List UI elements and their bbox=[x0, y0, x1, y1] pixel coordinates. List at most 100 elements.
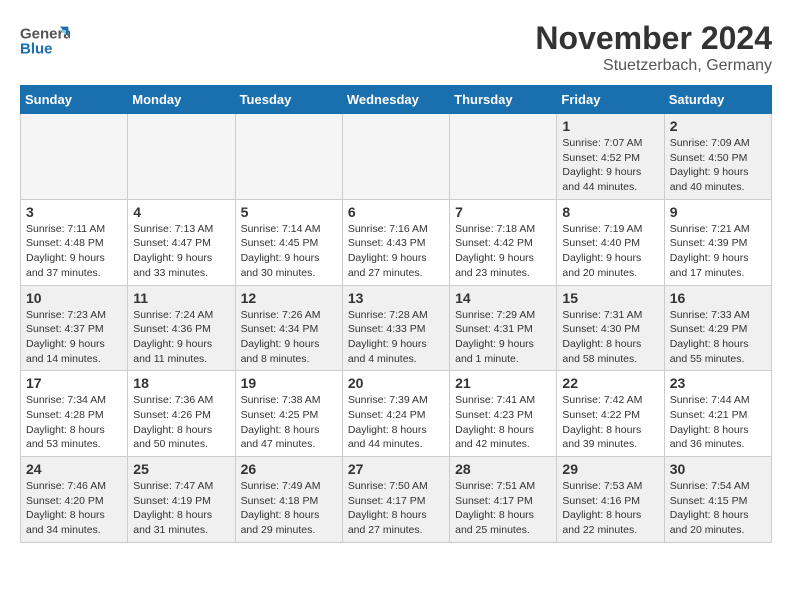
weekday-header-row: SundayMondayTuesdayWednesdayThursdayFrid… bbox=[21, 86, 772, 114]
logo-icon: General Blue bbox=[20, 20, 70, 60]
day-info: Sunrise: 7:24 AM Sunset: 4:36 PM Dayligh… bbox=[133, 308, 229, 367]
day-number: 23 bbox=[670, 375, 766, 391]
day-info: Sunrise: 7:49 AM Sunset: 4:18 PM Dayligh… bbox=[241, 479, 337, 538]
day-number: 4 bbox=[133, 204, 229, 220]
day-info: Sunrise: 7:14 AM Sunset: 4:45 PM Dayligh… bbox=[241, 222, 337, 281]
calendar-week-row: 10 Sunrise: 7:23 AM Sunset: 4:37 PM Dayli… bbox=[21, 285, 772, 371]
calendar-day-cell: 23 Sunrise: 7:44 AM Sunset: 4:21 PM Dayli… bbox=[664, 371, 771, 457]
day-info: Sunrise: 7:46 AM Sunset: 4:20 PM Dayligh… bbox=[26, 479, 122, 538]
day-info: Sunrise: 7:38 AM Sunset: 4:25 PM Dayligh… bbox=[241, 393, 337, 452]
calendar-day-cell: 13Sunrise: 7:28 AM Sunset: 4:33 PM Dayli… bbox=[342, 285, 449, 371]
day-number: 25 bbox=[133, 461, 229, 477]
weekday-header-thursday: Thursday bbox=[450, 86, 557, 114]
calendar-day-cell: 12Sunrise: 7:26 AM Sunset: 4:34 PM Dayli… bbox=[235, 285, 342, 371]
day-info: Sunrise: 7:31 AM Sunset: 4:30 PM Dayligh… bbox=[562, 308, 658, 367]
day-number: 9 bbox=[670, 204, 766, 220]
calendar-day-cell: 11 Sunrise: 7:24 AM Sunset: 4:36 PM Dayli… bbox=[128, 285, 235, 371]
calendar-day-cell: 15 Sunrise: 7:31 AM Sunset: 4:30 PM Dayli… bbox=[557, 285, 664, 371]
day-number: 6 bbox=[348, 204, 444, 220]
day-number: 7 bbox=[455, 204, 551, 220]
calendar-day-cell: 4 Sunrise: 7:13 AM Sunset: 4:47 PM Daylig… bbox=[128, 199, 235, 285]
day-number: 5 bbox=[241, 204, 337, 220]
day-info: Sunrise: 7:39 AM Sunset: 4:24 PM Dayligh… bbox=[348, 393, 444, 452]
day-info: Sunrise: 7:44 AM Sunset: 4:21 PM Dayligh… bbox=[670, 393, 766, 452]
calendar-day-cell: 10 Sunrise: 7:23 AM Sunset: 4:37 PM Dayli… bbox=[21, 285, 128, 371]
day-number: 30 bbox=[670, 461, 766, 477]
day-info: Sunrise: 7:18 AM Sunset: 4:42 PM Dayligh… bbox=[455, 222, 551, 281]
calendar-day-cell: 24 Sunrise: 7:46 AM Sunset: 4:20 PM Dayli… bbox=[21, 457, 128, 543]
day-info: Sunrise: 7:28 AM Sunset: 4:33 PM Dayligh… bbox=[348, 308, 444, 367]
calendar-day-cell bbox=[342, 114, 449, 200]
day-info: Sunrise: 7:42 AM Sunset: 4:22 PM Dayligh… bbox=[562, 393, 658, 452]
calendar-week-row: 1 Sunrise: 7:07 AM Sunset: 4:52 PM Daylig… bbox=[21, 114, 772, 200]
day-info: Sunrise: 7:13 AM Sunset: 4:47 PM Dayligh… bbox=[133, 222, 229, 281]
day-number: 17 bbox=[26, 375, 122, 391]
calendar-day-cell: 27Sunrise: 7:50 AM Sunset: 4:17 PM Dayli… bbox=[342, 457, 449, 543]
calendar-day-cell: 5 Sunrise: 7:14 AM Sunset: 4:45 PM Daylig… bbox=[235, 199, 342, 285]
day-info: Sunrise: 7:07 AM Sunset: 4:52 PM Dayligh… bbox=[562, 136, 658, 195]
day-number: 27 bbox=[348, 461, 444, 477]
day-number: 20 bbox=[348, 375, 444, 391]
day-info: Sunrise: 7:41 AM Sunset: 4:23 PM Dayligh… bbox=[455, 393, 551, 452]
calendar-day-cell: 20 Sunrise: 7:39 AM Sunset: 4:24 PM Dayli… bbox=[342, 371, 449, 457]
calendar-day-cell: 21Sunrise: 7:41 AM Sunset: 4:23 PM Dayli… bbox=[450, 371, 557, 457]
calendar-day-cell: 16 Sunrise: 7:33 AM Sunset: 4:29 PM Dayli… bbox=[664, 285, 771, 371]
calendar-day-cell bbox=[21, 114, 128, 200]
svg-text:Blue: Blue bbox=[20, 40, 53, 57]
calendar-day-cell: 8 Sunrise: 7:19 AM Sunset: 4:40 PM Daylig… bbox=[557, 199, 664, 285]
day-number: 10 bbox=[26, 290, 122, 306]
calendar-table: SundayMondayTuesdayWednesdayThursdayFrid… bbox=[20, 85, 772, 543]
calendar-day-cell: 6 Sunrise: 7:16 AM Sunset: 4:43 PM Daylig… bbox=[342, 199, 449, 285]
day-info: Sunrise: 7:34 AM Sunset: 4:28 PM Dayligh… bbox=[26, 393, 122, 452]
calendar-day-cell: 30Sunrise: 7:54 AM Sunset: 4:15 PM Dayli… bbox=[664, 457, 771, 543]
day-number: 16 bbox=[670, 290, 766, 306]
calendar-day-cell: 28Sunrise: 7:51 AM Sunset: 4:17 PM Dayli… bbox=[450, 457, 557, 543]
calendar-day-cell: 18 Sunrise: 7:36 AM Sunset: 4:26 PM Dayli… bbox=[128, 371, 235, 457]
calendar-day-cell: 7 Sunrise: 7:18 AM Sunset: 4:42 PM Daylig… bbox=[450, 199, 557, 285]
calendar-week-row: 17 Sunrise: 7:34 AM Sunset: 4:28 PM Dayli… bbox=[21, 371, 772, 457]
day-number: 1 bbox=[562, 118, 658, 134]
day-number: 28 bbox=[455, 461, 551, 477]
day-info: Sunrise: 7:19 AM Sunset: 4:40 PM Dayligh… bbox=[562, 222, 658, 281]
weekday-header-saturday: Saturday bbox=[664, 86, 771, 114]
calendar-day-cell: 1 Sunrise: 7:07 AM Sunset: 4:52 PM Daylig… bbox=[557, 114, 664, 200]
logo: General Blue bbox=[20, 20, 70, 60]
calendar-day-cell: 19 Sunrise: 7:38 AM Sunset: 4:25 PM Dayli… bbox=[235, 371, 342, 457]
location: Stuetzerbach, Germany bbox=[535, 57, 772, 75]
calendar-day-cell: 3Sunrise: 7:11 AM Sunset: 4:48 PM Daylig… bbox=[21, 199, 128, 285]
calendar-day-cell: 14 Sunrise: 7:29 AM Sunset: 4:31 PM Dayli… bbox=[450, 285, 557, 371]
day-number: 12 bbox=[241, 290, 337, 306]
calendar-day-cell: 22Sunrise: 7:42 AM Sunset: 4:22 PM Dayli… bbox=[557, 371, 664, 457]
calendar-day-cell: 2Sunrise: 7:09 AM Sunset: 4:50 PM Daylig… bbox=[664, 114, 771, 200]
day-info: Sunrise: 7:53 AM Sunset: 4:16 PM Dayligh… bbox=[562, 479, 658, 538]
weekday-header-sunday: Sunday bbox=[21, 86, 128, 114]
calendar-day-cell: 29 Sunrise: 7:53 AM Sunset: 4:16 PM Dayli… bbox=[557, 457, 664, 543]
weekday-header-monday: Monday bbox=[128, 86, 235, 114]
day-number: 18 bbox=[133, 375, 229, 391]
day-info: Sunrise: 7:16 AM Sunset: 4:43 PM Dayligh… bbox=[348, 222, 444, 281]
calendar-day-cell: 25 Sunrise: 7:47 AM Sunset: 4:19 PM Dayli… bbox=[128, 457, 235, 543]
day-info: Sunrise: 7:33 AM Sunset: 4:29 PM Dayligh… bbox=[670, 308, 766, 367]
day-number: 29 bbox=[562, 461, 658, 477]
calendar-day-cell: 26Sunrise: 7:49 AM Sunset: 4:18 PM Dayli… bbox=[235, 457, 342, 543]
day-number: 19 bbox=[241, 375, 337, 391]
day-info: Sunrise: 7:29 AM Sunset: 4:31 PM Dayligh… bbox=[455, 308, 551, 367]
weekday-header-tuesday: Tuesday bbox=[235, 86, 342, 114]
day-number: 14 bbox=[455, 290, 551, 306]
calendar-day-cell bbox=[235, 114, 342, 200]
month-title: November 2024 bbox=[535, 20, 772, 57]
day-info: Sunrise: 7:11 AM Sunset: 4:48 PM Dayligh… bbox=[26, 222, 122, 281]
calendar-week-row: 3Sunrise: 7:11 AM Sunset: 4:48 PM Daylig… bbox=[21, 199, 772, 285]
day-number: 15 bbox=[562, 290, 658, 306]
day-number: 24 bbox=[26, 461, 122, 477]
day-number: 11 bbox=[133, 290, 229, 306]
weekday-header-friday: Friday bbox=[557, 86, 664, 114]
calendar-week-row: 24 Sunrise: 7:46 AM Sunset: 4:20 PM Dayli… bbox=[21, 457, 772, 543]
day-info: Sunrise: 7:23 AM Sunset: 4:37 PM Dayligh… bbox=[26, 308, 122, 367]
day-number: 8 bbox=[562, 204, 658, 220]
page-header: General Blue November 2024 Stuetzerbach,… bbox=[20, 20, 772, 75]
day-info: Sunrise: 7:36 AM Sunset: 4:26 PM Dayligh… bbox=[133, 393, 229, 452]
calendar-day-cell: 17 Sunrise: 7:34 AM Sunset: 4:28 PM Dayli… bbox=[21, 371, 128, 457]
day-info: Sunrise: 7:47 AM Sunset: 4:19 PM Dayligh… bbox=[133, 479, 229, 538]
day-number: 2 bbox=[670, 118, 766, 134]
